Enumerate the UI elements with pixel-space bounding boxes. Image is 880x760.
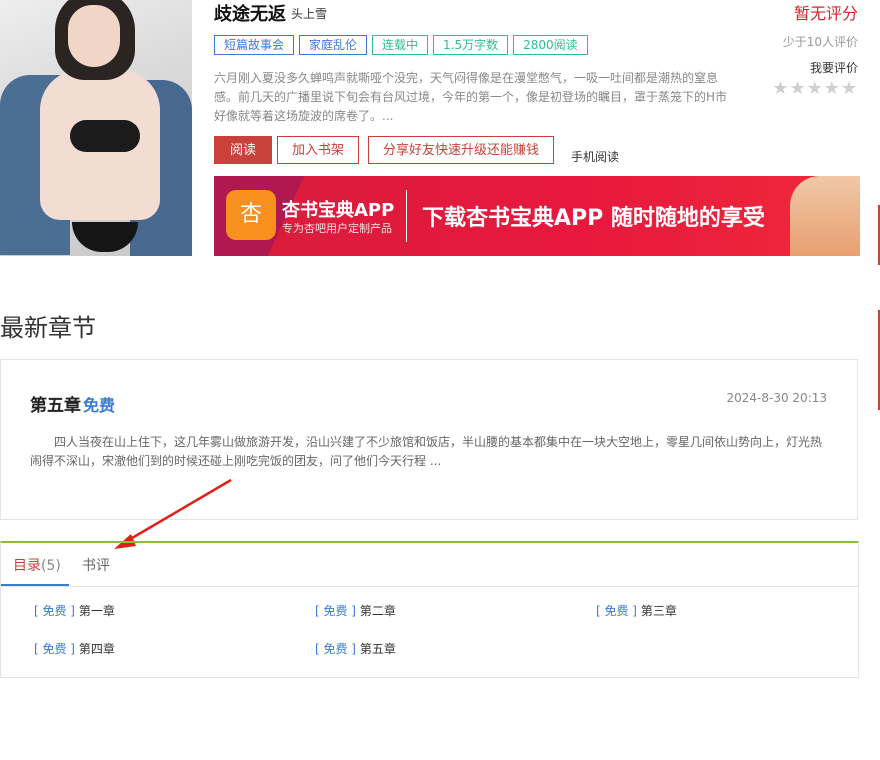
chapter-link-2[interactable]: [ 免费 ] 第二章 xyxy=(315,602,396,619)
banner-app-subtitle: 专为杏吧用户定制产品 xyxy=(282,222,392,235)
star-rating-icon[interactable]: ★★★★★ xyxy=(772,78,858,99)
tab-reviews[interactable]: 书评 xyxy=(82,555,110,575)
latest-chapter-free-badge: 免费 xyxy=(83,396,116,415)
tab-catalog[interactable]: 目录(5) xyxy=(13,555,61,575)
tag-category[interactable]: 短篇故事会 xyxy=(214,35,295,55)
tag-status: 连载中 xyxy=(372,35,429,55)
read-button[interactable]: 阅读 xyxy=(214,136,273,164)
banner-app-name: 杏书宝典APP xyxy=(282,200,395,221)
catalog-panel: 目录(5) 书评 [ 免费 ] 第一章 [ 免费 ] 第二章 [ 免费 ] 第三… xyxy=(0,541,859,678)
banner-figure xyxy=(790,176,860,256)
chapter-link-1[interactable]: [ 免费 ] 第一章 xyxy=(34,602,115,619)
rating-count: 少于10人评价 xyxy=(782,35,858,49)
tag-genre[interactable]: 家庭乱伦 xyxy=(299,35,368,55)
banner-divider xyxy=(406,190,407,242)
latest-chapter-card[interactable]: 第五章 免费 2024-8-30 20:13 四人当夜在山上住下，这几年雾山做旅… xyxy=(0,359,858,520)
rating-score: 暂无评分 xyxy=(793,4,858,23)
latest-chapter-excerpt: 四人当夜在山上住下，这几年雾山做旅游开发，沿山兴建了不少旅馆和饭店，半山腰的基本… xyxy=(30,435,823,468)
tag-read-count: 2800阅读 xyxy=(513,35,588,55)
latest-chapters-heading: 最新章节 xyxy=(0,314,96,342)
book-tags: 短篇故事会 家庭乱伦 连载中 1.5万字数 2800阅读 xyxy=(214,35,588,55)
active-tab-indicator xyxy=(1,584,69,586)
book-cover-image[interactable] xyxy=(0,0,192,256)
rate-link[interactable]: 我要评价 xyxy=(772,59,858,76)
chapter-link-3[interactable]: [ 免费 ] 第三章 xyxy=(596,602,677,619)
tag-word-count: 1.5万字数 xyxy=(433,35,509,55)
rating-panel: 暂无评分 少于10人评价 我要评价 ★★★★★ xyxy=(772,0,858,99)
add-to-shelf-button[interactable]: 加入书架 xyxy=(277,136,360,164)
latest-chapter-title[interactable]: 第五章 xyxy=(30,391,81,416)
book-author[interactable]: 头上雪 xyxy=(291,5,327,22)
banner-slogan: 下载杏书宝典APP 随时随地的享受 xyxy=(422,206,765,231)
catalog-count: (5) xyxy=(41,558,61,574)
book-title: 歧途无返 xyxy=(214,4,286,25)
chapter-link-5[interactable]: [ 免费 ] 第五章 xyxy=(315,640,396,657)
mobile-read-link[interactable]: 手机阅读 xyxy=(571,148,619,165)
catalog-tabs: 目录(5) 书评 xyxy=(1,543,858,587)
app-download-banner[interactable]: 杏 杏书宝典APP 专为杏吧用户定制产品 下载杏书宝典APP 随时随地的享受 xyxy=(214,176,860,256)
app-book-icon: 杏 xyxy=(226,190,276,240)
share-button[interactable]: 分享好友快速升级还能赚钱 xyxy=(368,136,555,164)
book-description: 六月刚入夏没多久蝉鸣声就嘶哑个没完，天气闷得像是在漫堂憋气，一吸一吐间都是潮热的… xyxy=(214,71,728,123)
chapter-link-4[interactable]: [ 免费 ] 第四章 xyxy=(34,640,115,657)
latest-chapter-date: 2024-8-30 20:13 xyxy=(726,391,828,405)
